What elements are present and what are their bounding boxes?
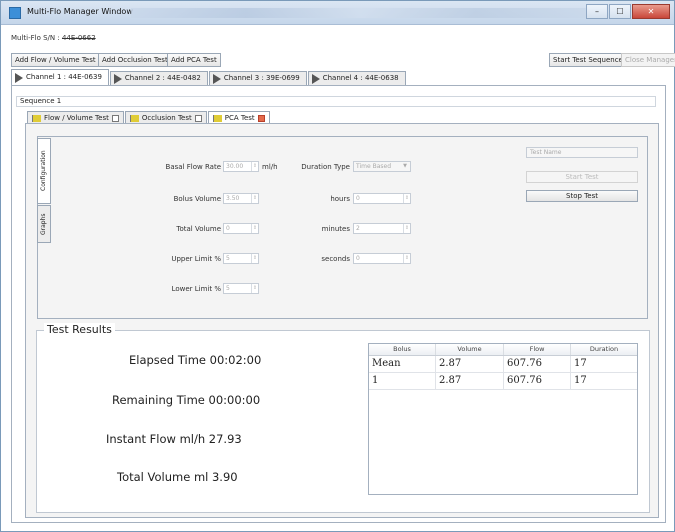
tab-configuration[interactable]: Configuration	[37, 138, 51, 204]
elapsed-time: Elapsed Time 00:02:00	[129, 353, 262, 367]
bolus-volume-label: Bolus Volume	[173, 195, 221, 203]
basal-flow-rate-label: Basal Flow Rate	[165, 163, 221, 171]
bolus-volume-input[interactable]: 3.50 ⇕	[223, 193, 259, 204]
serial-value: 44E-0662	[61, 34, 96, 42]
close-manager-button[interactable]: Close Manager	[621, 53, 675, 67]
basal-flow-rate-input[interactable]: 30.00 ⇕	[223, 161, 259, 172]
lower-limit-label: Lower Limit %	[171, 285, 221, 293]
minimize-button[interactable]: –	[586, 4, 608, 19]
upper-limit-value: 5	[226, 255, 230, 262]
upper-limit-input[interactable]: 5 ⇕	[223, 253, 259, 264]
spinner-arrows-icon[interactable]: ⇕	[403, 224, 410, 233]
add-occlusion-test-button[interactable]: Add Occlusion Test	[98, 53, 172, 67]
upper-limit-label: Upper Limit %	[171, 255, 221, 263]
test-results-title: Test Results	[44, 323, 115, 336]
hours-label: hours	[330, 195, 350, 203]
column-header-bolus[interactable]: Bolus	[369, 344, 436, 355]
start-test-button[interactable]: Start Test	[526, 171, 638, 183]
bolus-volume-value: 3.50	[226, 195, 240, 202]
seconds-value: 0	[356, 255, 360, 262]
flag-icon	[129, 114, 139, 122]
lower-limit-input[interactable]: 5 ⇕	[223, 283, 259, 294]
cell-flow: 607.76	[504, 356, 571, 372]
close-tab-icon[interactable]	[111, 114, 119, 122]
spinner-arrows-icon[interactable]: ⇕	[403, 194, 410, 203]
tab-label: Channel 1 : 44E-0639	[26, 73, 102, 81]
close-tab-icon[interactable]	[194, 114, 202, 122]
maximize-button[interactable]: ☐	[609, 4, 631, 19]
spinner-arrows-icon[interactable]: ⇕	[251, 284, 258, 293]
minutes-input[interactable]: 2 ⇕	[353, 223, 411, 234]
spinner-arrows-icon[interactable]: ⇕	[251, 194, 258, 203]
play-icon	[15, 72, 23, 83]
cell-bolus: 1	[369, 373, 436, 389]
cell-volume: 2.87	[436, 356, 504, 372]
cell-volume: 2.87	[436, 373, 504, 389]
tab-label: Channel 2 : 44E-0482	[124, 74, 201, 82]
tab-channel-4[interactable]: Channel 4 : 44E-0638	[307, 71, 406, 85]
tab-channel-2[interactable]: Channel 2 : 44E-0482	[109, 71, 208, 85]
instant-flow: Instant Flow ml/h 27.93	[106, 432, 242, 446]
seconds-input[interactable]: 0 ⇕	[353, 253, 411, 264]
channel-tabs: Channel 1 : 44E-0639 Channel 2 : 44E-048…	[11, 69, 407, 85]
duration-type-label: Duration Type	[301, 163, 350, 171]
spinner-arrows-icon[interactable]: ⇕	[403, 254, 410, 263]
test-name-input[interactable]: Test Name	[526, 147, 638, 158]
total-volume: Total Volume ml 3.90	[117, 470, 238, 484]
stop-test-button[interactable]: Stop Test	[526, 190, 638, 202]
close-tab-icon[interactable]	[257, 114, 265, 122]
tab-label: Channel 4 : 44E-0638	[322, 74, 399, 82]
table-header: Bolus Volume Flow Duration	[369, 344, 637, 356]
table-row[interactable]: Mean 2.87 607.76 17	[369, 356, 637, 373]
tab-channel-1[interactable]: Channel 1 : 44E-0639	[11, 69, 109, 85]
lower-limit-value: 5	[226, 285, 230, 292]
tab-channel-3[interactable]: Channel 3 : 39E-0699	[208, 71, 307, 85]
remaining-time: Remaining Time 00:00:00	[112, 393, 261, 407]
close-button[interactable]: ✕	[632, 4, 670, 19]
minutes-value: 2	[356, 225, 360, 232]
total-volume-input[interactable]: 0 ⇕	[223, 223, 259, 234]
app-window: Multi-Flo Manager Window – ☐ ✕ Multi-Flo…	[0, 0, 675, 532]
cell-duration: 17	[574, 358, 587, 369]
chevron-down-icon: ▼	[403, 163, 407, 169]
serial-number: Multi-Flo S/N : 44E-0662	[11, 34, 96, 42]
column-header-volume[interactable]: Volume	[436, 344, 504, 355]
cell-duration: 17	[574, 375, 587, 386]
results-table: Bolus Volume Flow Duration Mean 2.87 607…	[368, 343, 638, 495]
seconds-label: seconds	[321, 255, 350, 263]
hours-input[interactable]: 0 ⇕	[353, 193, 411, 204]
basal-flow-rate-unit: ml/h	[262, 163, 278, 171]
duration-type-select[interactable]: Time Based ▼	[353, 161, 411, 172]
title-bar: Multi-Flo Manager Window – ☐ ✕	[1, 1, 674, 25]
start-test-sequence-button[interactable]: Start Test Sequence	[549, 53, 627, 67]
flag-icon	[212, 114, 222, 122]
spinner-arrows-icon[interactable]: ⇕	[251, 224, 258, 233]
play-icon	[311, 73, 320, 84]
play-icon	[212, 73, 221, 84]
taskbar-blur	[131, 8, 591, 18]
spinner-arrows-icon[interactable]: ⇕	[251, 162, 258, 171]
cell-bolus: Mean	[369, 356, 436, 372]
play-icon	[113, 73, 122, 84]
tab-label: Channel 3 : 39E-0699	[223, 74, 300, 82]
total-volume-value: 0	[226, 225, 230, 232]
tab-graphs[interactable]: Graphs	[37, 205, 51, 243]
basal-flow-rate-value: 30.00	[226, 163, 244, 170]
add-flow-volume-test-button[interactable]: Add Flow / Volume Test	[11, 53, 100, 67]
duration-type-value: Time Based	[356, 163, 392, 170]
sequence-label: Sequence 1	[16, 96, 656, 107]
cell-flow: 607.76	[504, 373, 571, 389]
table-row[interactable]: 1 2.87 607.76 17	[369, 373, 637, 390]
add-pca-test-button[interactable]: Add PCA Test	[167, 53, 221, 67]
minutes-label: minutes	[321, 225, 350, 233]
total-volume-label: Total Volume	[176, 225, 221, 233]
column-header-duration[interactable]: Duration	[571, 344, 637, 355]
column-header-flow[interactable]: Flow	[504, 344, 571, 355]
app-icon	[9, 7, 21, 19]
spinner-arrows-icon[interactable]: ⇕	[251, 254, 258, 263]
hours-value: 0	[356, 195, 360, 202]
flag-icon	[32, 114, 41, 122]
window-title: Multi-Flo Manager Window	[27, 7, 133, 16]
serial-label: Multi-Flo S/N :	[11, 34, 60, 42]
